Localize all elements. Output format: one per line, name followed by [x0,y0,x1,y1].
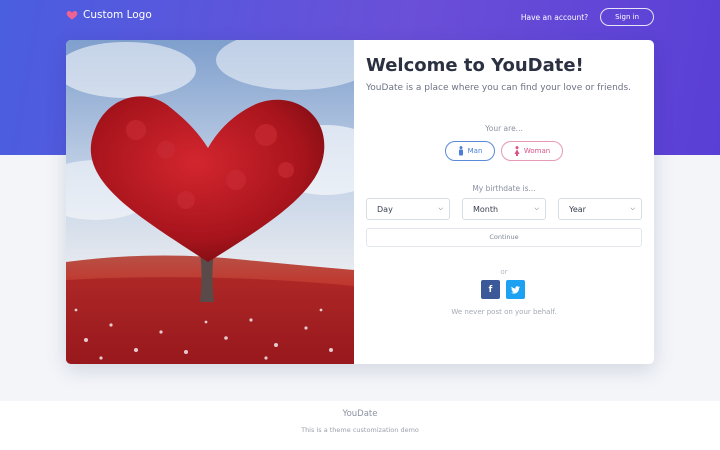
sign-in-button[interactable]: Sign in [600,8,654,26]
social-login: f [481,280,525,299]
never-post-note: We never post on your behalf. [451,308,557,316]
facebook-icon: f [488,284,493,295]
welcome-subtitle: YouDate is a place where you can find yo… [366,83,632,93]
navbar: Custom Logo Have an account? Sign in [0,0,720,34]
brand-logo[interactable]: Custom Logo [66,9,152,21]
continue-button[interactable]: Continue [366,228,642,247]
day-select[interactable]: Day ⌵ [366,198,450,220]
signup-card: Welcome to YouDate! YouDate is a place w… [66,40,654,364]
welcome-title: Welcome to YouDate! [366,55,584,76]
birthdate-selects: Day ⌵ Month ⌵ Year ⌵ [366,198,642,220]
gender-label: Your are... [485,124,523,133]
month-select-value: Month [473,204,499,214]
woman-button[interactable]: Woman [501,141,563,161]
facebook-button[interactable]: f [481,280,500,299]
have-account-text: Have an account? [520,12,589,22]
or-divider: or [500,268,508,276]
chevron-down-icon: ⌵ [438,205,443,212]
year-select-value: Year [569,204,586,214]
woman-label: Woman [523,147,551,155]
heart-icon [66,11,78,20]
month-select[interactable]: Month ⌵ [462,198,546,220]
logo-text: Custom Logo [83,9,152,21]
man-label: Man [467,147,483,155]
chevron-down-icon: ⌵ [534,205,539,212]
year-select[interactable]: Year ⌵ [558,198,642,220]
male-icon [458,146,463,156]
footer-subtitle: This is a theme customization demo [301,426,419,434]
twitter-icon [511,285,520,294]
twitter-button[interactable] [506,280,525,299]
nav-actions: Have an account? Sign in [521,8,654,26]
heart-tree-image [66,40,354,364]
signup-form: Welcome to YouDate! YouDate is a place w… [354,40,654,364]
chevron-down-icon: ⌵ [630,205,635,212]
gender-options: Man Woman [445,141,563,161]
man-button[interactable]: Man [445,141,495,161]
footer-title: YouDate [342,409,378,419]
day-select-value: Day [377,204,393,214]
footer: YouDate This is a theme customization de… [0,401,720,450]
birthdate-label: My birthdate is... [472,184,536,193]
female-icon [514,146,520,156]
